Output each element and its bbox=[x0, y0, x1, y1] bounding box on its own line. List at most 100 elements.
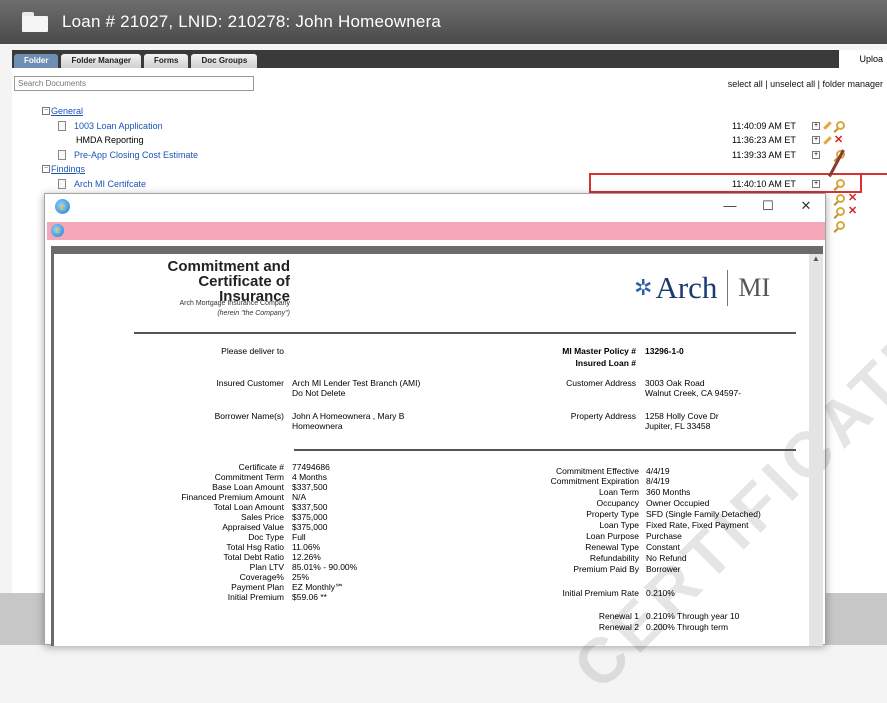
group-label[interactable]: General bbox=[51, 106, 83, 116]
tab-folder-manager[interactable]: Folder Manager bbox=[61, 54, 142, 68]
divider bbox=[134, 332, 796, 334]
field-value: 4/4/19 bbox=[646, 466, 670, 476]
insured-loan-label: Insured Loan # bbox=[575, 358, 636, 368]
field-value: 77494686 bbox=[292, 462, 330, 472]
upload-link[interactable]: Uploa bbox=[839, 50, 887, 68]
scroll-up-icon[interactable]: ▲ bbox=[809, 254, 823, 263]
group-label[interactable]: Findings bbox=[51, 164, 85, 174]
highlight-annotation bbox=[589, 173, 862, 193]
field-label: Total Loan Amount bbox=[213, 502, 284, 512]
document-time: 11:36:23 AM ET bbox=[732, 135, 796, 146]
company-name: Arch Mortgage Insurance Company bbox=[179, 300, 291, 307]
field-label: Certificate # bbox=[238, 462, 284, 472]
certificate-page: CERTIFICATE Commitment and Certificate o… bbox=[54, 254, 887, 703]
field-value: SFD (Single Family Detached) bbox=[646, 509, 761, 519]
collapse-icon[interactable]: − bbox=[42, 165, 50, 174]
list-item: 1003 Loan Application 11:40:09 AM ET + bbox=[42, 119, 887, 134]
field-label: Loan Type bbox=[599, 520, 639, 530]
field-value: 25% bbox=[292, 572, 310, 582]
field-value: Fixed Rate, Fixed Payment bbox=[646, 520, 749, 530]
folder-manager-link[interactable]: folder manager bbox=[822, 79, 883, 89]
collapse-icon[interactable]: − bbox=[42, 107, 50, 116]
logo-divider bbox=[727, 270, 729, 306]
divider bbox=[294, 449, 796, 451]
folder-icon bbox=[22, 12, 48, 32]
certificate-popup-window: e — ☐ ✕ e CERTIFICATE Commitment and Cer… bbox=[44, 193, 887, 703]
master-policy-label: MI Master Policy # bbox=[562, 346, 636, 356]
tab-doc-groups[interactable]: Doc Groups bbox=[191, 54, 258, 68]
minimize-button[interactable]: — bbox=[715, 198, 745, 213]
expand-icon[interactable]: + bbox=[812, 150, 820, 159]
field-label: Sales Price bbox=[241, 512, 284, 522]
field-label: Refundability bbox=[589, 553, 639, 563]
magnifier-icon[interactable] bbox=[836, 207, 845, 216]
field-label: Payment Plan bbox=[231, 582, 284, 592]
tab-forms[interactable]: Forms bbox=[144, 54, 189, 68]
pencil-icon[interactable] bbox=[823, 121, 832, 130]
initial-premium-rate-label: Initial Premium Rate bbox=[562, 588, 639, 598]
document-link[interactable]: HMDA Reporting bbox=[76, 135, 144, 145]
field-label: Coverage% bbox=[239, 572, 284, 582]
field-value: Owner Occupied bbox=[646, 498, 710, 508]
magnifier-icon[interactable] bbox=[836, 221, 845, 230]
vertical-scrollbar[interactable]: ▲ bbox=[809, 254, 823, 646]
magnifier-icon[interactable] bbox=[836, 194, 845, 203]
property-address-label: Property Address bbox=[570, 411, 636, 421]
maximize-button[interactable]: ☐ bbox=[753, 198, 783, 214]
borrower-value: Homeownera bbox=[292, 421, 343, 431]
magnifier-icon[interactable] bbox=[836, 121, 845, 131]
search-input[interactable] bbox=[14, 76, 254, 91]
selection-links: select all | unselect all | folder manag… bbox=[728, 79, 883, 89]
document-icon bbox=[58, 120, 66, 131]
certificate-title: Commitment and Certificate of Insurance bbox=[134, 259, 290, 304]
address-bar[interactable]: e bbox=[47, 222, 825, 240]
field-value: 11.06% bbox=[292, 542, 321, 552]
field-label: Commitment Effective bbox=[556, 466, 639, 476]
field-value: 8/4/19 bbox=[646, 476, 670, 486]
title-line: Commitment and bbox=[167, 258, 290, 275]
pencil-icon[interactable] bbox=[823, 136, 832, 145]
master-policy-value: 13296-1-0 bbox=[645, 346, 684, 356]
document-icon bbox=[58, 178, 66, 189]
field-value: $337,500 bbox=[292, 482, 328, 492]
delete-icon[interactable]: ✕ bbox=[848, 193, 857, 204]
document-link[interactable]: Arch MI Certifcate bbox=[74, 179, 146, 189]
field-value: $337,500 bbox=[292, 502, 328, 512]
popup-titlebar: e — ☐ ✕ bbox=[45, 194, 825, 220]
list-item: Pre-App Closing Cost Estimate 11:39:33 A… bbox=[42, 148, 887, 163]
company-note: (herein "the Company") bbox=[217, 310, 290, 317]
property-address-value: 1258 Holly Cove Dr bbox=[645, 411, 719, 421]
select-all-link[interactable]: select all bbox=[728, 79, 763, 89]
document-time: 11:40:09 AM ET bbox=[732, 120, 796, 131]
close-button[interactable]: ✕ bbox=[791, 198, 821, 214]
arch-mi-logo: ✲ Arch MI bbox=[634, 270, 770, 306]
expand-icon[interactable]: + bbox=[812, 136, 820, 145]
field-label: Commitment Term bbox=[214, 472, 284, 482]
field-label: Financed Premium Amount bbox=[181, 492, 284, 502]
field-value: Full bbox=[292, 532, 306, 542]
document-time: 11:39:33 AM ET bbox=[732, 149, 796, 160]
expand-icon[interactable]: + bbox=[812, 121, 820, 130]
field-value: $375,000 bbox=[292, 512, 328, 522]
renewal-label: Renewal 1 bbox=[598, 611, 639, 621]
logo-mi: MI bbox=[738, 273, 771, 302]
please-deliver-label: Please deliver to bbox=[221, 346, 284, 356]
separator: | bbox=[762, 79, 771, 89]
document-link[interactable]: 1003 Loan Application bbox=[74, 121, 163, 131]
tab-bar: Folder Folder Manager Forms Doc Groups U… bbox=[12, 50, 887, 68]
document-link[interactable]: Pre-App Closing Cost Estimate bbox=[74, 150, 198, 160]
window-title: Loan # 21027, LNID: 210278: John Homeown… bbox=[62, 12, 442, 31]
delete-icon[interactable]: ✕ bbox=[834, 135, 843, 146]
browser-icon: e bbox=[55, 199, 70, 214]
delete-icon[interactable]: ✕ bbox=[848, 206, 857, 217]
customer-address-value: Walnut Creek, CA 94597- bbox=[645, 388, 742, 398]
borrower-label: Borrower Name(s) bbox=[214, 411, 284, 421]
initial-premium-rate-value: 0.210% bbox=[646, 588, 675, 598]
field-value: Constant bbox=[646, 542, 681, 552]
field-label: Loan Term bbox=[598, 487, 639, 497]
field-label: Property Type bbox=[586, 509, 639, 519]
tab-folder[interactable]: Folder bbox=[14, 54, 59, 68]
field-label: Commitment Expiration bbox=[550, 476, 639, 486]
unselect-all-link[interactable]: unselect all bbox=[770, 79, 815, 89]
field-value: 360 Months bbox=[646, 487, 691, 497]
